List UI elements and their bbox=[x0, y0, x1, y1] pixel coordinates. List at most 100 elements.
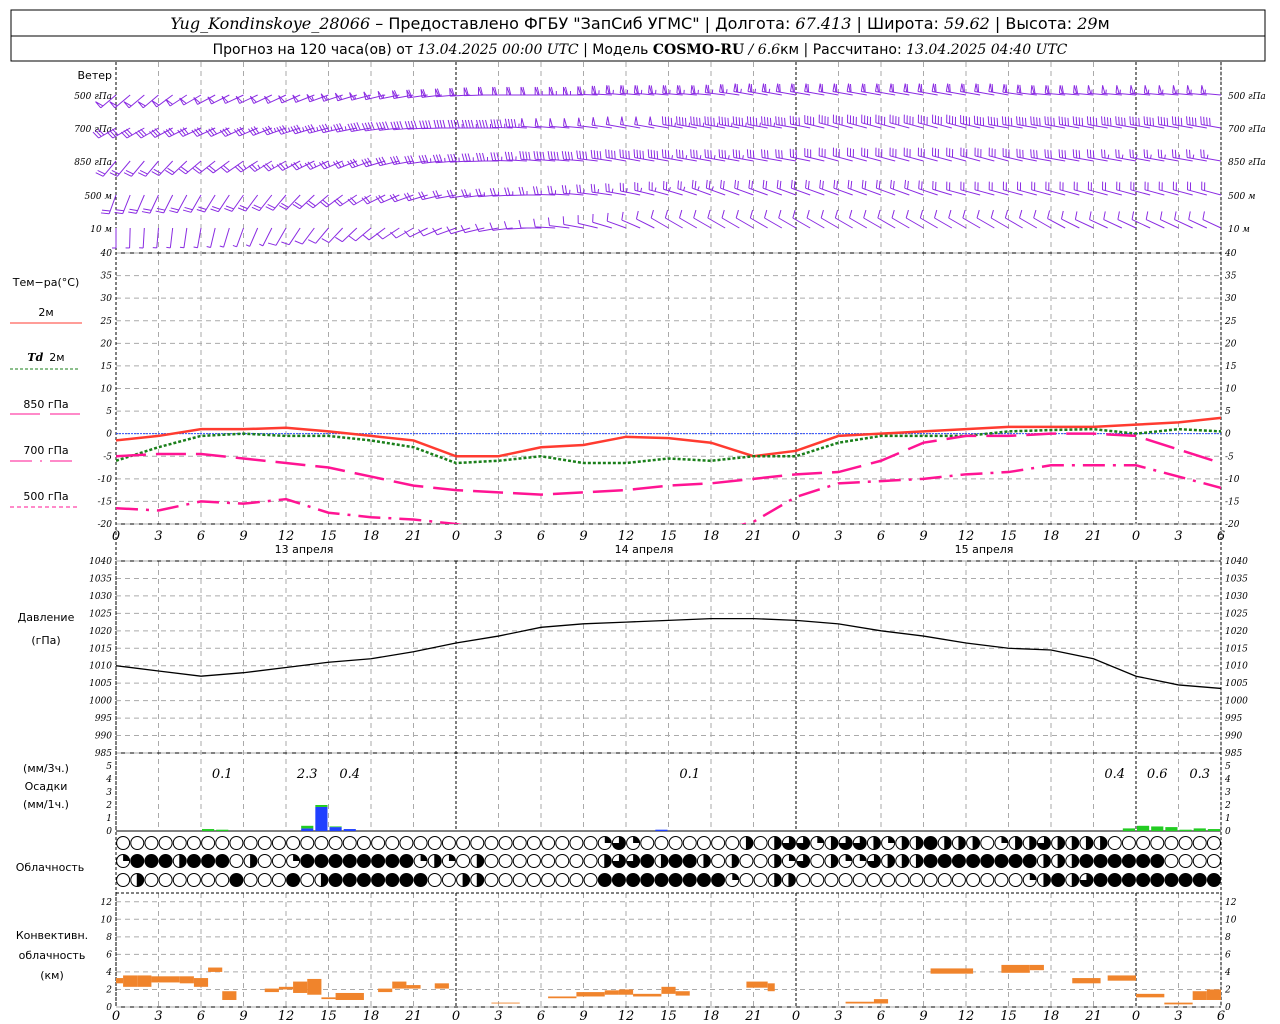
cloud-cover-circle bbox=[399, 873, 414, 887]
wind-barb bbox=[249, 94, 273, 104]
cloud-cover-circle bbox=[427, 873, 442, 887]
cloud-cover-circle bbox=[682, 836, 697, 850]
x-tick-temp: 21 bbox=[744, 529, 762, 544]
wind-barb bbox=[804, 115, 825, 129]
convective-bar bbox=[845, 1001, 874, 1004]
wind-barb bbox=[861, 114, 882, 129]
alt-unit: м bbox=[1098, 14, 1110, 33]
wind-barb bbox=[663, 181, 683, 196]
pressure-tick-left: 1020 bbox=[89, 627, 112, 637]
cloud-cover-circle bbox=[1121, 836, 1136, 850]
convective-bar bbox=[873, 999, 889, 1004]
cloud-cover-circle bbox=[541, 854, 556, 868]
precip-tick-right: 2 bbox=[1224, 801, 1231, 811]
precip-unit-1h: (мм/1ч.) bbox=[23, 798, 69, 811]
cloud-cover-fill bbox=[916, 854, 923, 868]
wind-barb bbox=[693, 209, 712, 229]
pressure-tick-left: 1010 bbox=[89, 662, 112, 672]
precip-unit-3h: (мм/3ч.) bbox=[23, 762, 69, 775]
pressure-tick-right: 995 bbox=[1225, 714, 1242, 724]
pressure-tick-left: 990 bbox=[95, 732, 112, 742]
wind-barb bbox=[592, 214, 612, 229]
wind-barb bbox=[890, 179, 910, 196]
x-tick-conv: 3 bbox=[154, 1009, 162, 1024]
wind-barb bbox=[619, 182, 641, 196]
precip-bar-solid bbox=[1122, 828, 1135, 831]
wind-barb bbox=[232, 227, 244, 248]
cloud-cover-fill bbox=[1029, 836, 1037, 850]
convective-tick-right: 12 bbox=[1225, 898, 1237, 908]
convective-bar bbox=[604, 990, 619, 995]
cloud-cover-fill bbox=[774, 873, 782, 887]
wind-level-label-right: 10 м bbox=[1228, 225, 1250, 235]
cloud-cover-circle bbox=[569, 836, 584, 850]
wind-barb bbox=[990, 209, 1009, 229]
x-tick-temp: 3 bbox=[494, 529, 502, 544]
wind-barb bbox=[1002, 181, 1023, 196]
pressure-label: Давление bbox=[18, 611, 75, 624]
cloud-cover-fill bbox=[902, 836, 909, 850]
wind-barb bbox=[903, 114, 924, 129]
temp-tick-left: 25 bbox=[100, 317, 113, 327]
cloud-cover-circle bbox=[441, 836, 456, 850]
cloud-cover-circle bbox=[257, 873, 272, 887]
cloud-cover-fill bbox=[137, 873, 144, 887]
cloud-cover-circle bbox=[852, 873, 867, 887]
cloud-cover-circle bbox=[1107, 873, 1122, 887]
precip-bar-solid bbox=[301, 825, 314, 829]
cloud-cover-circle bbox=[512, 873, 527, 887]
cloud-cover-circle bbox=[526, 854, 541, 868]
cloud-cover-circle bbox=[583, 873, 598, 887]
wind-barb bbox=[1059, 181, 1080, 196]
cloud-cover-circle bbox=[881, 873, 896, 887]
wind-barb bbox=[1116, 181, 1137, 196]
lat-label: | Широта: bbox=[851, 14, 944, 33]
precip-tick-left: 5 bbox=[106, 762, 112, 772]
wind-barb bbox=[1202, 211, 1222, 229]
wind-barb bbox=[974, 181, 995, 196]
cloud-cover-circle bbox=[286, 873, 301, 887]
wind-barb bbox=[789, 115, 811, 129]
cloud-cover-circle bbox=[994, 873, 1009, 887]
x-tick-conv: 3 bbox=[834, 1009, 842, 1024]
convective-tick-right: 8 bbox=[1225, 933, 1231, 943]
pressure-tick-right: 1005 bbox=[1225, 679, 1248, 689]
cloud-cover-circle bbox=[1022, 854, 1037, 868]
legend-t700: 700 гПа bbox=[23, 444, 68, 457]
x-tick-temp: 15 bbox=[320, 529, 337, 544]
wind-barb bbox=[918, 180, 938, 196]
temp-tick-left: 40 bbox=[100, 249, 113, 259]
cloud-cover-circle bbox=[583, 836, 598, 850]
x-tick-conv: 21 bbox=[744, 1009, 762, 1024]
conv-label-c: (км) bbox=[40, 969, 64, 982]
cloud-cover-circle bbox=[512, 854, 527, 868]
wind-barb bbox=[917, 114, 938, 129]
x-tick-temp: 18 bbox=[363, 529, 380, 544]
legend-t500: 500 гПа bbox=[23, 490, 68, 503]
cloud-cover-circle bbox=[328, 836, 343, 850]
wind-barb bbox=[932, 147, 952, 162]
cloud-cover-circle bbox=[484, 854, 499, 868]
cloud-cover-fill bbox=[732, 873, 739, 880]
wind-barb bbox=[1102, 181, 1122, 196]
wind-barb bbox=[1130, 181, 1151, 196]
wind-barb bbox=[904, 179, 924, 196]
cloud-cover-circle bbox=[257, 854, 272, 868]
wind-barb bbox=[735, 209, 754, 229]
pressure-tick-left: 1035 bbox=[89, 574, 112, 584]
wind-barb bbox=[832, 147, 853, 162]
cloud-cover-circle bbox=[130, 836, 145, 850]
temp-tick-left: -5 bbox=[103, 452, 112, 462]
wind-barb bbox=[1201, 181, 1222, 196]
cloud-cover-circle bbox=[229, 836, 244, 850]
cloud-cover-circle bbox=[526, 873, 541, 887]
wind-barb bbox=[720, 179, 740, 196]
cloud-cover-circle bbox=[951, 873, 966, 887]
precip-bar-solid bbox=[1165, 827, 1178, 831]
cloud-cover-circle bbox=[1136, 873, 1151, 887]
x-tick-temp: 0 bbox=[112, 529, 120, 544]
x-tick-temp: 12 bbox=[958, 529, 975, 544]
cloud-cover-circle bbox=[682, 873, 697, 887]
cloud-cover-fill bbox=[1086, 836, 1093, 850]
convective-tick-left: 2 bbox=[105, 985, 112, 995]
